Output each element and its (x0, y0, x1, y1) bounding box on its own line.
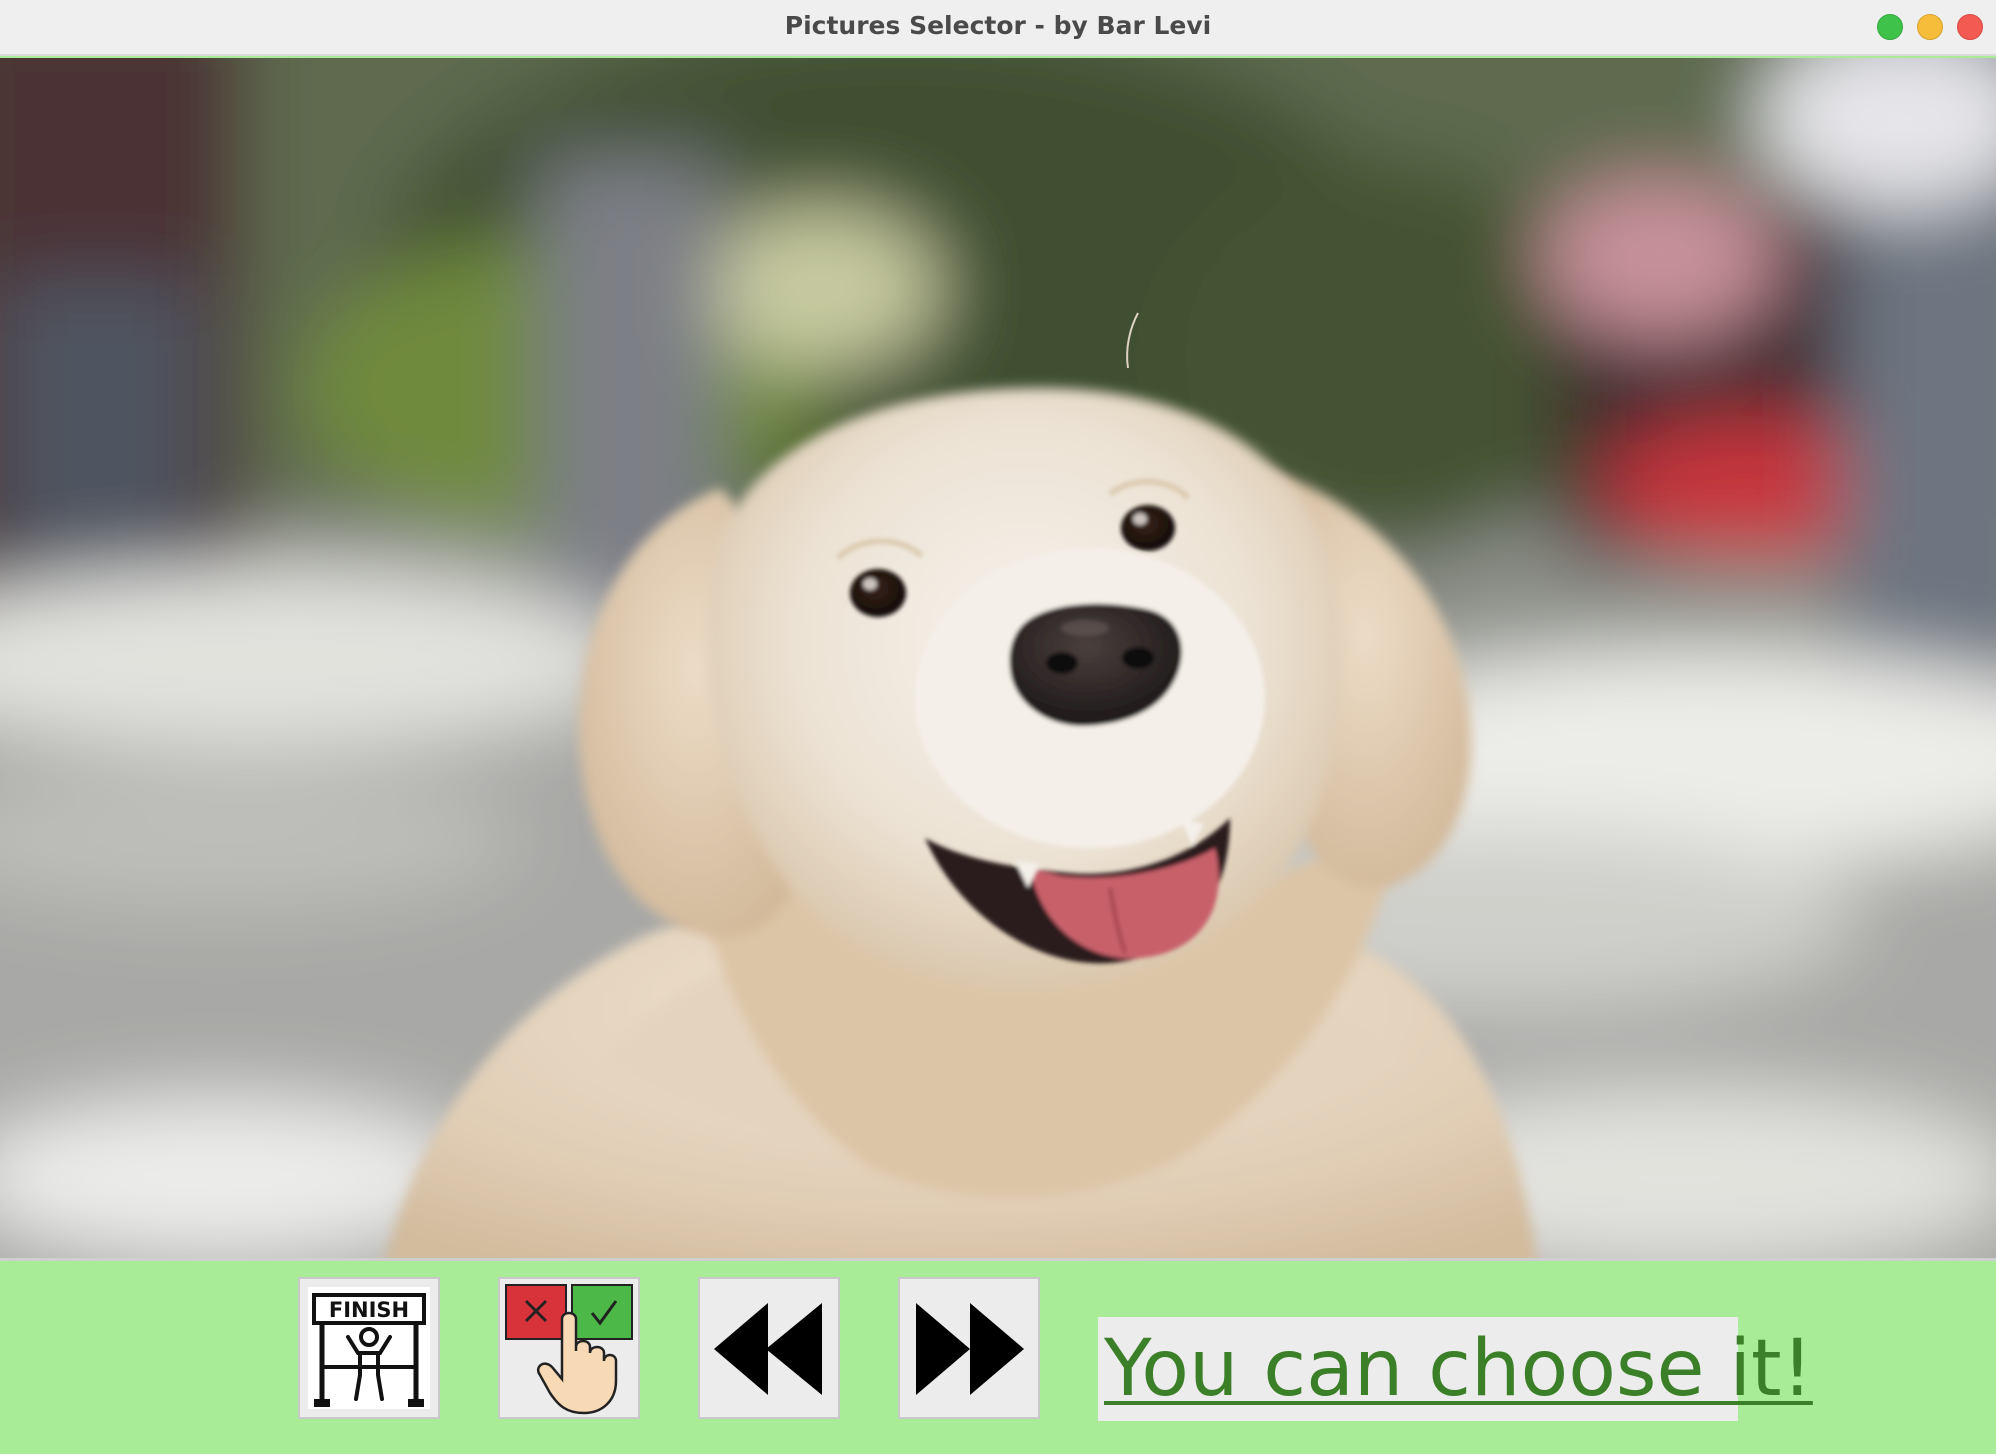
app-window: Pictures Selector - by Bar Levi FINISH Y… (0, 0, 1996, 1454)
window-title: Pictures Selector - by Bar Levi (784, 11, 1212, 40)
finish-line-icon: FINISH (308, 1287, 430, 1409)
current-picture (0, 58, 1996, 1258)
minimize-window-button[interactable] (1917, 14, 1943, 40)
status-text: You can choose it! (1104, 1324, 1813, 1414)
select-x-check-icon (505, 1284, 633, 1415)
fast-forward-icon (916, 1303, 1024, 1395)
zoom-window-button[interactable] (1877, 14, 1903, 40)
finish-button[interactable]: FINISH (298, 1277, 440, 1419)
close-window-button[interactable] (1957, 14, 1983, 40)
title-bar: Pictures Selector - by Bar Levi (0, 0, 1996, 56)
next-button[interactable] (898, 1277, 1040, 1419)
previous-button[interactable] (698, 1277, 840, 1419)
dog-photo-image (0, 58, 1996, 1258)
selection-status: You can choose it! (1098, 1317, 1813, 1421)
finish-icon-label: FINISH (329, 1298, 409, 1322)
bottom-toolbar: FINISH You can choose it! (0, 1258, 1996, 1454)
choose-button[interactable] (498, 1277, 640, 1419)
rewind-icon (714, 1303, 822, 1395)
